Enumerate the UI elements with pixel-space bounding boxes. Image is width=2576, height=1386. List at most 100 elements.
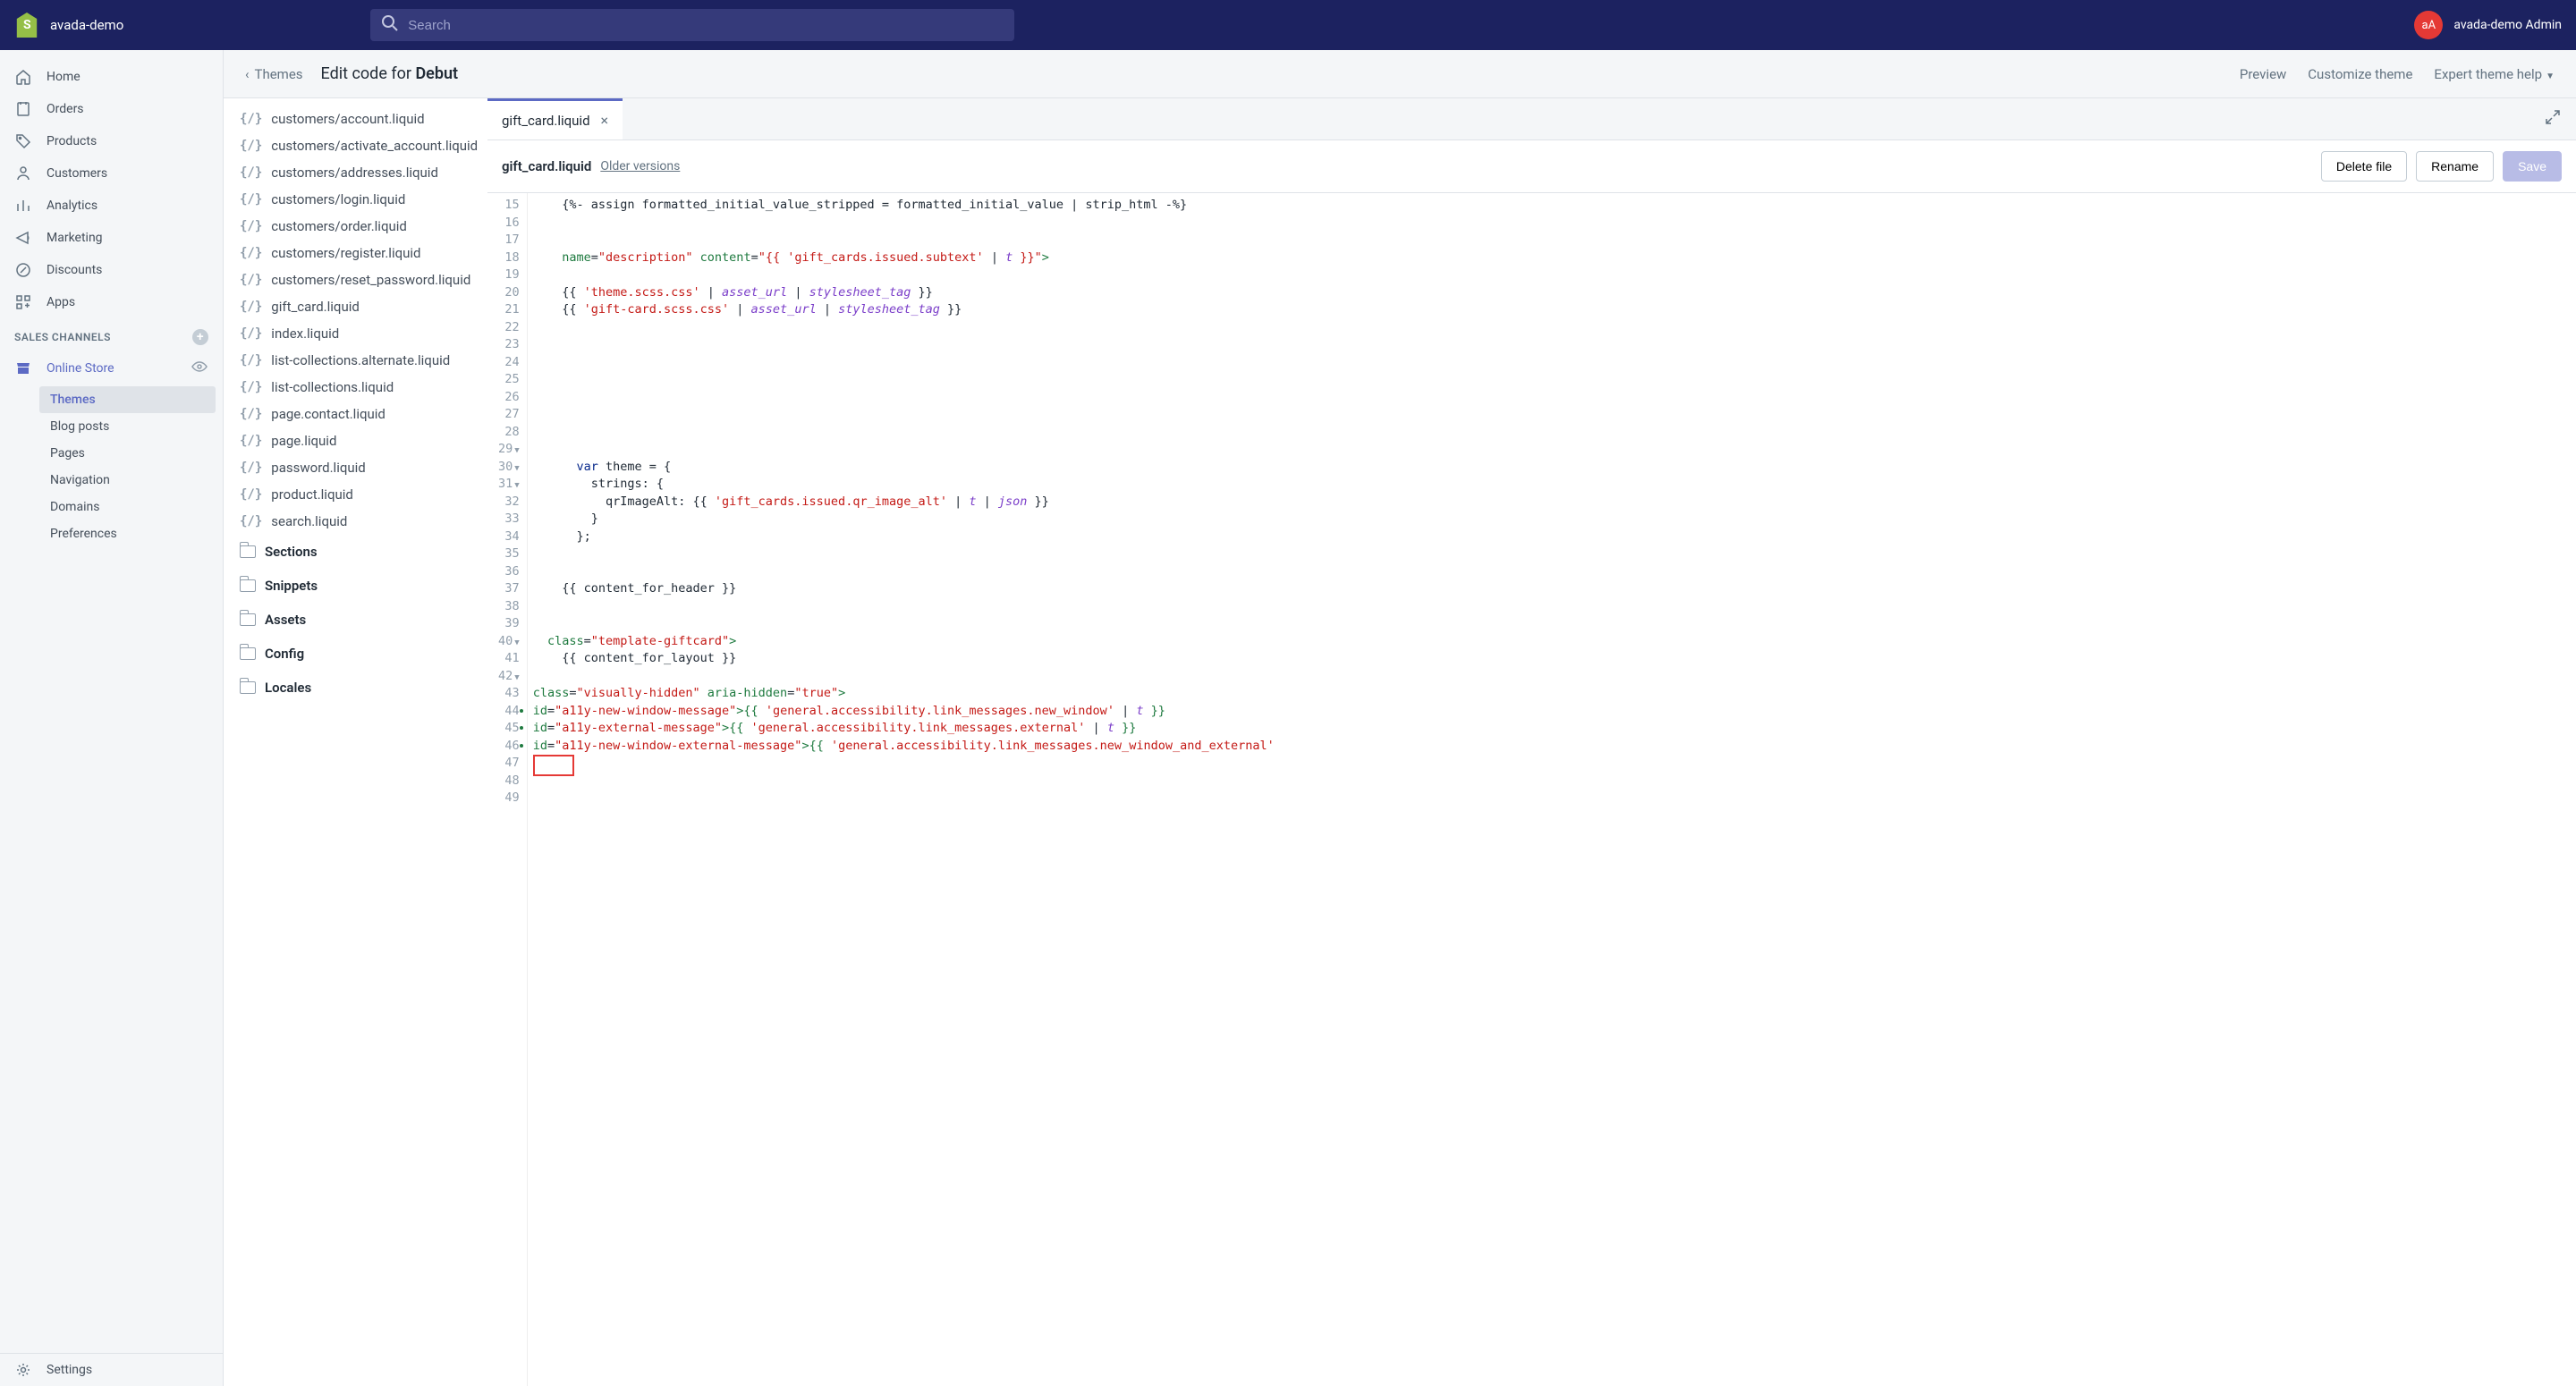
folder-item[interactable]: Locales [224,671,487,705]
expert-help-link[interactable]: Expert theme help▼ [2434,66,2555,82]
search-icon [381,14,399,36]
customers-icon [14,165,32,182]
file-item[interactable]: {/}page.contact.liquid [224,401,487,427]
file-item[interactable]: {/}customers/reset_password.liquid [224,266,487,293]
subnav-pages[interactable]: Pages [39,440,216,467]
liquid-file-icon: {/} [240,434,262,448]
code-content[interactable]: {%- assign formatted_initial_value_strip… [528,193,2576,1386]
delete-file-button[interactable]: Delete file [2321,151,2407,182]
close-tab-icon[interactable]: × [601,112,609,129]
user-menu[interactable]: aA avada-demo Admin [2414,11,2562,39]
liquid-file-icon: {/} [240,165,262,180]
file-item[interactable]: {/}list-collections.alternate.liquid [224,347,487,374]
store-name: avada-demo [50,17,123,33]
topbar: avada-demo aA avada-demo Admin [0,0,2576,50]
orders-icon [14,100,32,118]
file-item[interactable]: {/}index.liquid [224,320,487,347]
add-channel-icon[interactable]: + [192,329,208,345]
file-item[interactable]: {/}customers/login.liquid [224,186,487,213]
analytics-icon [14,197,32,215]
subnav-blog[interactable]: Blog posts [39,413,216,440]
preview-link[interactable]: Preview [2240,66,2286,82]
rename-button[interactable]: Rename [2416,151,2494,182]
nav-products[interactable]: Products [0,125,223,157]
nav-home[interactable]: Home [0,61,223,93]
tab-active[interactable]: gift_card.liquid × [487,98,623,139]
home-icon [14,68,32,86]
nav-customers[interactable]: Customers [0,157,223,190]
folder-icon [240,545,256,558]
gear-icon [14,1361,32,1379]
expand-icon[interactable] [2529,99,2576,139]
nav-discounts[interactable]: Discounts [0,254,223,286]
file-item[interactable]: {/}page.liquid [224,427,487,454]
back-to-themes[interactable]: ‹ Themes [245,66,303,82]
file-item[interactable]: {/}customers/register.liquid [224,240,487,266]
file-item[interactable]: {/}list-collections.liquid [224,374,487,401]
file-item[interactable]: {/}gift_card.liquid [224,293,487,320]
file-item[interactable]: {/}product.liquid [224,481,487,508]
liquid-file-icon: {/} [240,219,262,233]
folder-item[interactable]: Sections [224,535,487,569]
liquid-file-icon: {/} [240,487,262,502]
older-versions-link[interactable]: Older versions [600,159,680,173]
liquid-file-icon: {/} [240,461,262,475]
nav-apps[interactable]: Apps [0,286,223,318]
folder-item[interactable]: Snippets [224,569,487,603]
chevron-left-icon: ‹ [245,66,250,82]
save-button[interactable]: Save [2503,151,2562,182]
folder-icon [240,681,256,694]
liquid-file-icon: {/} [240,192,262,207]
folder-icon [240,647,256,660]
liquid-file-icon: {/} [240,139,262,153]
customize-link[interactable]: Customize theme [2308,66,2412,82]
discounts-icon [14,261,32,279]
liquid-file-icon: {/} [240,273,262,287]
folder-item[interactable]: Assets [224,603,487,637]
store-icon [14,359,32,377]
file-item[interactable]: {/}customers/addresses.liquid [224,159,487,186]
file-item[interactable]: {/}customers/activate_account.liquid [224,132,487,159]
liquid-file-icon: {/} [240,326,262,341]
marketing-icon [14,229,32,247]
avatar: aA [2414,11,2443,39]
page-title: Edit code for Debut [321,64,459,83]
chevron-down-icon: ▼ [2546,72,2555,81]
liquid-file-icon: {/} [240,380,262,394]
liquid-file-icon: {/} [240,407,262,421]
shopify-logo-icon [14,13,39,38]
editor-tabs: gift_card.liquid × [487,98,2576,140]
nav-online-store[interactable]: Online Store [0,351,223,386]
folder-item[interactable]: Config [224,637,487,671]
code-editor[interactable]: 151617181920212223242526272829▼30▼31▼323… [487,193,2576,1386]
subnav-domains[interactable]: Domains [39,494,216,520]
nav-analytics[interactable]: Analytics [0,190,223,222]
subnav-preferences[interactable]: Preferences [39,520,216,547]
nav-marketing[interactable]: Marketing [0,222,223,254]
view-store-icon[interactable] [191,358,208,379]
liquid-file-icon: {/} [240,112,262,126]
liquid-file-icon: {/} [240,353,262,368]
search-input[interactable] [408,18,1004,33]
nav-settings[interactable]: Settings [0,1354,223,1386]
file-item[interactable]: {/}search.liquid [224,508,487,535]
liquid-file-icon: {/} [240,514,262,528]
subnav-navigation[interactable]: Navigation [39,467,216,494]
file-toolbar: gift_card.liquid Older versions Delete f… [487,140,2576,193]
file-item[interactable]: {/}customers/account.liquid [224,106,487,132]
folder-icon [240,613,256,626]
file-item[interactable]: {/}password.liquid [224,454,487,481]
line-gutter: 151617181920212223242526272829▼30▼31▼323… [487,193,528,1386]
sidebar: Home Orders Products Customers Analytics… [0,50,224,1386]
products-icon [14,132,32,150]
search-box[interactable] [370,9,1014,41]
file-item[interactable]: {/}customers/order.liquid [224,213,487,240]
page-header: ‹ Themes Edit code for Debut Preview Cus… [224,50,2576,97]
apps-icon [14,293,32,311]
folder-icon [240,579,256,592]
user-label: avada-demo Admin [2453,18,2562,32]
file-tree: {/}customers/account.liquid{/}customers/… [224,98,487,1386]
current-file-name: gift_card.liquid [502,158,591,174]
nav-orders[interactable]: Orders [0,93,223,125]
subnav-themes[interactable]: Themes [39,386,216,413]
